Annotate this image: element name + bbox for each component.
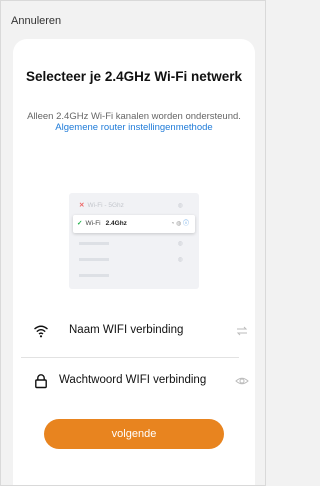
signal-icon: ◍: [177, 241, 183, 247]
eye-icon[interactable]: [235, 374, 249, 388]
signal-icon: ◍: [177, 203, 183, 209]
illustration-row-24ghz: ✓ Wi-Fi 2.4Ghz ◔ ◍ ⓘ: [73, 215, 195, 233]
switch-network-icon[interactable]: [235, 324, 249, 338]
illustration-row-placeholder: ◍: [79, 237, 189, 251]
wifi-setup-screen: Annuleren Selecteer je 2.4GHz Wi-Fi netw…: [0, 0, 266, 486]
field-divider: [21, 357, 239, 358]
cancel-button[interactable]: Annuleren: [11, 15, 61, 27]
wifi-name-field[interactable]: Naam WIFI verbinding: [31, 317, 249, 347]
next-button[interactable]: volgende: [44, 419, 224, 449]
illustration-row-placeholder: [79, 269, 189, 283]
placeholder-bar: [79, 273, 109, 277]
page-title: Selecteer je 2.4GHz Wi-Fi netwerk: [26, 69, 242, 84]
signal-icon: ◍: [177, 257, 183, 263]
illustration-row-placeholder: ◍: [79, 253, 189, 267]
cross-icon: ✕: [79, 202, 85, 209]
wifi-list-illustration: ✕ Wi-Fi - 5Ghz ◍ ✓ Wi-Fi 2.4Ghz ◔ ◍ ⓘ ◍ ◍: [69, 193, 199, 289]
check-icon: ✓: [77, 220, 83, 227]
wifi-password-field[interactable]: Wachtwoord WIFI verbinding: [31, 367, 249, 397]
wifi-icon: [34, 325, 48, 338]
lock-wifi-info-icons: ◔ ◍ ⓘ: [170, 221, 189, 227]
wifi-name-input[interactable]: Naam WIFI verbinding: [69, 324, 183, 336]
content-card: Selecteer je 2.4GHz Wi-Fi netwerk Alleen…: [13, 39, 255, 485]
subtitle-text: Alleen 2.4GHz Wi-Fi kanalen worden onder…: [27, 111, 241, 122]
wifi-password-input[interactable]: Wachtwoord WIFI verbinding: [59, 374, 206, 386]
placeholder-bar: [79, 257, 109, 261]
placeholder-bar: [79, 241, 109, 245]
illustration-row-5ghz: ✕ Wi-Fi - 5Ghz ◍: [79, 199, 189, 213]
router-settings-link[interactable]: Algemene router instellingenmethode: [55, 122, 212, 133]
lock-icon: [35, 374, 47, 389]
page-subtitle: Alleen 2.4GHz Wi-Fi kanalen worden onder…: [27, 111, 241, 133]
